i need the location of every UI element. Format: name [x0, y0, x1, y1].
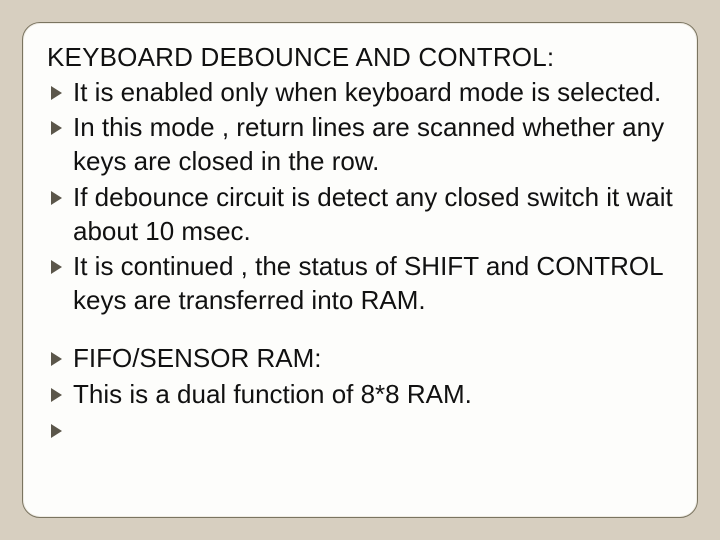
- slide-card: KEYBOARD DEBOUNCE AND CONTROL: It is ena…: [22, 22, 698, 518]
- bullet-text: If debounce circuit is detect any closed…: [73, 182, 673, 246]
- slide-heading: KEYBOARD DEBOUNCE AND CONTROL:: [47, 41, 677, 74]
- bullet-text: In this mode , return lines are scanned …: [73, 112, 664, 176]
- bullet-text: It is continued , the status of SHIFT an…: [73, 251, 663, 315]
- list-item: In this mode , return lines are scanned …: [47, 111, 677, 179]
- list-item: It is continued , the status of SHIFT an…: [47, 250, 677, 318]
- bullet-text: This is a dual function of 8*8 RAM.: [73, 379, 472, 409]
- list-item: If debounce circuit is detect any closed…: [47, 181, 677, 249]
- list-item: [47, 414, 677, 434]
- bullet-group-2: FIFO/SENSOR RAM: This is a dual function…: [47, 342, 677, 434]
- spacer: [47, 320, 677, 342]
- bullet-group-1: It is enabled only when keyboard mode is…: [47, 76, 677, 319]
- list-item: FIFO/SENSOR RAM:: [47, 342, 677, 376]
- bullet-text: It is enabled only when keyboard mode is…: [73, 77, 661, 107]
- bullet-text: FIFO/SENSOR RAM:: [73, 343, 321, 373]
- list-item: It is enabled only when keyboard mode is…: [47, 76, 677, 110]
- list-item: This is a dual function of 8*8 RAM.: [47, 378, 677, 412]
